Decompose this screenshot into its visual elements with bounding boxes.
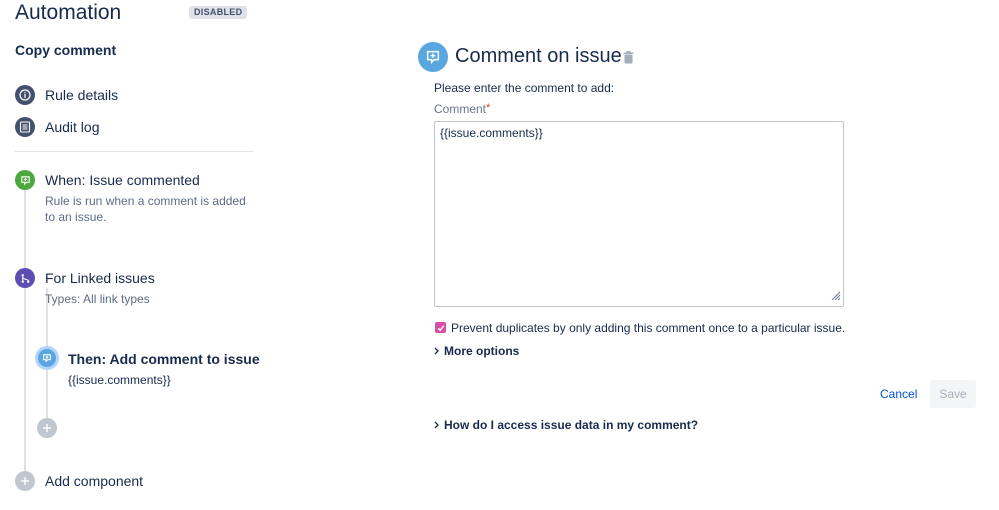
trigger-description-line1: Rule is run when a comment is added [45, 194, 246, 208]
comment-action-icon [38, 349, 56, 367]
cancel-button[interactable]: Cancel [874, 380, 923, 408]
plus-icon [15, 471, 35, 491]
sidebar-item-rule-details[interactable]: Rule details [15, 85, 118, 105]
comment-field-label: Comment* [434, 102, 490, 116]
page-title: Automation [15, 1, 122, 24]
trash-icon[interactable] [623, 51, 634, 69]
sidebar-item-audit-log[interactable]: Audit log [15, 117, 99, 137]
instruction-text: Please enter the comment to add: [434, 81, 615, 95]
panel-title: Comment on issue [455, 45, 622, 67]
add-component-button[interactable] [15, 471, 35, 491]
workflow-connector [24, 190, 26, 472]
more-options-toggle[interactable]: More options [434, 344, 519, 358]
action-node[interactable] [35, 346, 59, 370]
info-icon [15, 85, 35, 105]
comment-trigger-icon [15, 170, 35, 190]
help-link[interactable]: How do I access issue data in my comment… [434, 418, 698, 432]
add-branch-component-button[interactable] [37, 418, 57, 438]
comment-action-icon [418, 42, 448, 72]
branch-title[interactable]: For Linked issues [45, 270, 155, 286]
more-options-label: More options [444, 344, 520, 358]
branch-description: Types: All link types [45, 292, 150, 306]
branch-node[interactable] [15, 268, 35, 288]
comment-textarea[interactable]: {{issue.comments}} [434, 121, 844, 307]
resize-handle-icon[interactable] [831, 290, 841, 304]
status-badge: DISABLED [189, 6, 248, 19]
trigger-node[interactable] [15, 170, 35, 190]
action-title[interactable]: Then: Add comment to issue [68, 351, 260, 367]
sidebar-item-label: Audit log [45, 119, 100, 135]
comment-label-text: Comment [434, 102, 487, 116]
branch-icon [15, 268, 35, 288]
chevron-right-icon [434, 347, 439, 355]
help-link-label: How do I access issue data in my comment… [444, 418, 699, 432]
required-mark: * [486, 102, 491, 114]
save-button[interactable]: Save [930, 380, 976, 408]
add-component-label[interactable]: Add component [45, 473, 143, 489]
plus-icon [37, 418, 57, 438]
checkmark-icon [437, 324, 444, 331]
action-description: {{issue.comments}} [68, 373, 171, 387]
list-icon [15, 117, 35, 137]
rule-name: Copy comment [15, 42, 117, 58]
comment-value: {{issue.comments}} [440, 126, 543, 140]
trigger-title[interactable]: When: Issue commented [45, 172, 200, 188]
divider [15, 151, 253, 152]
chevron-right-icon [434, 421, 439, 429]
prevent-duplicates-checkbox[interactable] [435, 322, 446, 333]
trigger-description-line2: to an issue. [45, 210, 107, 224]
prevent-duplicates-label[interactable]: Prevent duplicates by only adding this c… [451, 321, 845, 335]
sidebar-item-label: Rule details [45, 87, 119, 103]
